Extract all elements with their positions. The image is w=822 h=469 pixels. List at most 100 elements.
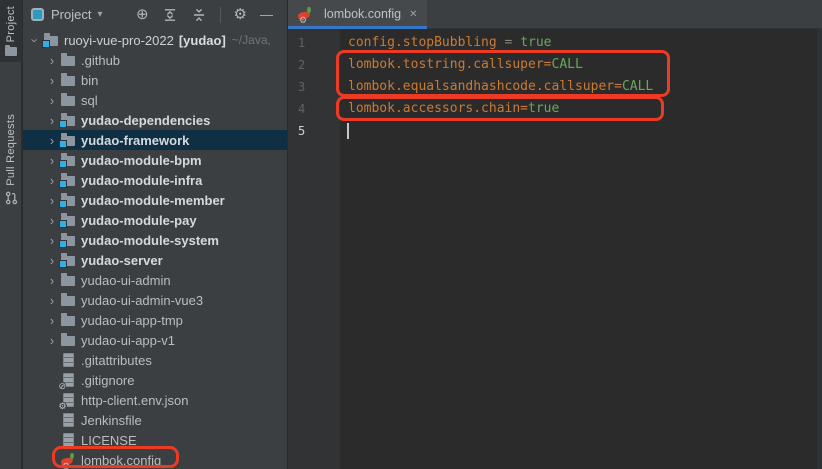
file-icon [60,412,76,428]
tree-item-http-client-env-json[interactable]: http-client.env.json [23,390,287,410]
tree-item-yudao-module-member[interactable]: › yudao-module-member [23,190,287,210]
module-folder-icon [60,212,76,228]
pull-request-icon [5,191,18,210]
folder-icon [60,52,76,68]
file-icon [60,432,76,448]
tree-item-license[interactable]: LICENSE [23,430,287,450]
ignored-file-icon [60,372,76,388]
project-panel: Project ▾ ⊕ ⚙ — [23,0,287,469]
project-panel-header: Project ▾ ⊕ ⚙ — [23,0,287,29]
chevron-right-icon[interactable]: › [44,54,60,67]
tree-item-yudao-module-infra[interactable]: › yudao-module-infra [23,170,287,190]
tree-item-root[interactable]: › ruoyi-vue-pro-2022 [yudao] ~/Java, [23,30,287,50]
tree-item-github[interactable]: › .github [23,50,287,70]
gear-icon[interactable]: ⚙ [234,7,247,22]
tree-item-yudao-ui-app-v1[interactable]: › yudao-ui-app-v1 [23,330,287,350]
code-line-1[interactable]: config.stopBubbling = true [348,32,817,54]
chevron-right-icon[interactable]: › [44,254,60,267]
line-number-current: 5 [288,120,340,142]
tab-lombok-config[interactable]: ⚙ lombok.config ✕ [288,0,427,28]
panel-toolbar: ⊕ ⚙ — [136,7,281,23]
module-folder-icon [60,152,76,168]
folder-icon [60,312,76,328]
tree-item-yudao-ui-admin-vue3[interactable]: › yudao-ui-admin-vue3 [23,290,287,310]
project-tree: › ruoyi-vue-pro-2022 [yudao] ~/Java, › .… [23,30,287,469]
chevron-right-icon[interactable]: › [44,234,60,247]
code-line-5[interactable] [348,120,817,142]
lombok-icon: ⚙ [60,452,76,468]
stripe-tab-project[interactable]: Project [0,0,22,62]
tree-item-jenkinsfile[interactable]: Jenkinsfile [23,410,287,430]
chevron-right-icon[interactable]: › [44,194,60,207]
env-file-icon [60,392,76,408]
chevron-right-icon[interactable]: › [44,314,60,327]
chevron-right-icon[interactable]: › [44,274,60,287]
tool-window-icon [31,8,44,21]
folder-icon [60,272,76,288]
ide-window: Project Pull Requests Project ▾ ⊕ [0,0,822,469]
chevron-right-icon[interactable]: › [44,94,60,107]
module-folder-icon [60,132,76,148]
module-folder-icon [60,232,76,248]
chevron-expanded-icon[interactable]: › [29,32,42,48]
tree-item-sql[interactable]: › sql [23,90,287,110]
tree-item-yudao-server[interactable]: › yudao-server [23,250,287,270]
chevron-right-icon[interactable]: › [44,214,60,227]
editor-area: ⚙ lombok.config ✕ 1 2 3 4 5 config.stopB… [288,0,822,469]
tree-item-gitignore[interactable]: .gitignore [23,370,287,390]
line-number: 3 [288,76,340,98]
code-line-2[interactable]: lombok.tostring.callsuper=CALL [348,54,817,76]
folder-icon [60,72,76,88]
tree-item-bin[interactable]: › bin [23,70,287,90]
folder-icon [60,332,76,348]
chevron-right-icon[interactable]: › [44,134,60,147]
file-icon [60,352,76,368]
tree-item-yudao-module-pay[interactable]: › yudao-module-pay [23,210,287,230]
chevron-right-icon[interactable]: › [44,174,60,187]
module-folder-icon [43,32,59,48]
chevron-down-icon[interactable]: ▾ [97,9,102,20]
hide-panel-icon[interactable]: — [260,8,273,21]
project-folder-icon [5,47,17,56]
stripe-tab-project-label: Project [5,6,17,42]
toolbar-divider [220,7,221,23]
collapse-all-icon[interactable] [191,7,207,23]
editor-gutter: 1 2 3 4 5 [288,29,340,469]
stripe-tab-pull-requests-label: Pull Requests [5,114,17,186]
chevron-right-icon[interactable]: › [44,74,60,87]
chevron-right-icon[interactable]: › [44,294,60,307]
tree-item-yudao-module-bpm[interactable]: › yudao-module-bpm [23,150,287,170]
tree-item-gitattributes[interactable]: .gitattributes [23,350,287,370]
code-line-4[interactable]: lombok.accessors.chain=true [348,98,817,120]
tree-item-lombok-config[interactable]: ⚙ lombok.config [23,450,287,469]
close-icon[interactable]: ✕ [409,9,417,20]
folder-icon [60,92,76,108]
panel-title: Project [51,7,91,22]
locate-file-icon[interactable]: ⊕ [136,7,149,22]
tree-item-yudao-ui-app-tmp[interactable]: › yudao-ui-app-tmp [23,310,287,330]
tree-item-yudao-ui-admin[interactable]: › yudao-ui-admin [23,270,287,290]
line-number: 2 [288,54,340,76]
line-number: 4 [288,98,340,120]
editor-scrollbar-track[interactable] [817,29,822,469]
code-area[interactable]: config.stopBubbling = true lombok.tostri… [340,29,817,469]
module-folder-icon [60,172,76,188]
chevron-right-icon[interactable]: › [44,334,60,347]
folder-icon [60,292,76,308]
tree-item-yudao-module-system[interactable]: › yudao-module-system [23,230,287,250]
expand-all-icon[interactable] [162,7,178,23]
text-caret [347,123,349,139]
stripe-tab-pull-requests[interactable]: Pull Requests [0,108,22,216]
module-folder-icon [60,252,76,268]
tree-item-yudao-framework[interactable]: › yudao-framework [23,130,287,150]
chevron-right-icon[interactable]: › [44,114,60,127]
panel-splitter[interactable] [287,0,288,469]
code-line-3[interactable]: lombok.equalsandhashcode.callsuper=CALL [348,76,817,98]
module-folder-icon [60,192,76,208]
tree-item-yudao-dependencies[interactable]: › yudao-dependencies [23,110,287,130]
editor-tab-bar: ⚙ lombok.config ✕ [288,0,822,29]
tool-window-stripe: Project Pull Requests [0,0,22,469]
chevron-right-icon[interactable]: › [44,154,60,167]
lombok-icon: ⚙ [297,6,313,22]
line-number: 1 [288,32,340,54]
